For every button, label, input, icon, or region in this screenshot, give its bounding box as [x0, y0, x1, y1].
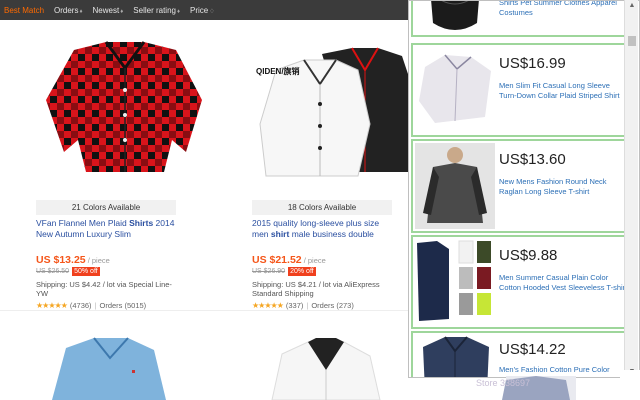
sort-orders[interactable]: Orders♦	[54, 6, 83, 15]
scroll-up-icon[interactable]: ▲	[625, 0, 639, 12]
order-count[interactable]: Orders (273)	[311, 301, 354, 310]
colors-available: 21 Colors Available	[36, 200, 176, 215]
recommended-item[interactable]: Shirts Pet Summer Clothes Apparel Costum…	[411, 1, 629, 37]
watermark-text: Store 338697	[476, 378, 531, 388]
window-corner	[620, 370, 640, 400]
product-thumbnail	[415, 143, 495, 229]
rating-stars-icon: ★★★★★	[252, 301, 284, 310]
colors-available: 18 Colors Available	[252, 200, 392, 215]
scrollbar-thumb[interactable]	[628, 36, 636, 46]
item-title[interactable]: Men's Fashion Cotton Pure Color	[499, 365, 627, 375]
original-price: US $26.90	[252, 268, 286, 275]
order-count[interactable]: Orders (5015)	[100, 301, 147, 310]
store-watermark-image: Store 338697	[466, 376, 576, 400]
product-title[interactable]: VFan Flannel Men Plaid Shirts 2014 New A…	[36, 218, 176, 242]
product-image-dotted-collar-shirt[interactable]	[252, 328, 392, 400]
product-thumbnail	[431, 1, 479, 30]
item-title[interactable]: New Mens Fashion Round Neck Raglan Long …	[499, 177, 627, 197]
discount-badge: 20% off	[288, 267, 316, 276]
sort-price[interactable]: Price♢	[190, 6, 215, 15]
recommendation-panel: Shirts Pet Summer Clothes Apparel Costum…	[408, 0, 640, 378]
product-title[interactable]: 2015 quality long-sleeve plus size men s…	[252, 218, 392, 242]
sort-arrow-icon: ♦	[120, 8, 124, 15]
item-price: US$9.88	[499, 247, 558, 264]
recommended-item[interactable]: US$16.99 Men Slim Fit Casual Long Sleeve…	[411, 43, 629, 137]
product-thumbnail	[419, 54, 491, 123]
sort-newest[interactable]: Newest♦	[93, 6, 124, 15]
rating-stars-icon: ★★★★★	[36, 301, 68, 310]
original-price: US $26.50	[36, 268, 70, 275]
item-price: US$16.99	[499, 55, 566, 72]
row-divider	[0, 310, 408, 311]
sort-seller-rating[interactable]: Seller rating♦	[133, 6, 180, 15]
item-title[interactable]: Shirts Pet Summer Clothes Apparel Costum…	[499, 1, 627, 18]
recommended-item[interactable]: US$13.60 New Mens Fashion Round Neck Rag…	[411, 139, 629, 233]
shipping-info: Shipping: US $4.42 / lot via Special Lin…	[36, 280, 172, 298]
item-title[interactable]: Men Summer Casual Plain Color Cotton Hoo…	[499, 273, 627, 293]
product-image-business-shirts[interactable]	[252, 40, 427, 180]
review-count[interactable]: (337)	[286, 301, 304, 310]
product-image-denim-shirt[interactable]	[36, 328, 176, 400]
product-thumbnail	[417, 240, 491, 321]
brand-label: QIDEN/旗销	[256, 67, 300, 76]
product-price: US $21.52 / piece	[252, 254, 326, 266]
sort-best-match[interactable]: Best Match	[4, 6, 44, 15]
product-price: US $13.25 / piece	[36, 254, 110, 266]
panel-scrollbar[interactable]: ▲ ▼	[624, 0, 638, 378]
discount-badge: 50% off	[72, 267, 100, 276]
recommended-item[interactable]: US$14.22 Men's Fashion Cotton Pure Color	[411, 331, 629, 377]
rating-row: ★★★★★ (4736) | Orders (5015)	[36, 301, 147, 310]
price-original-row: US $26.90 20% off	[252, 267, 316, 276]
product-thumbnail	[423, 336, 489, 377]
sort-arrow-icon: ♦	[79, 8, 83, 15]
recommended-item[interactable]: US$9.88 Men Summer Casual Plain Color Co…	[411, 235, 629, 329]
review-count[interactable]: (4736)	[70, 301, 92, 310]
item-price: US$13.60	[499, 151, 566, 168]
item-title[interactable]: Men Slim Fit Casual Long Sleeve Turn-Dow…	[499, 81, 627, 101]
product-grid: 21 Colors Available VFan Flannel Men Pla…	[0, 20, 420, 400]
sort-bar: Best Match Orders♦ Newest♦ Seller rating…	[0, 0, 408, 20]
sort-arrow-icon: ♦	[176, 8, 181, 15]
price-original-row: US $26.50 50% off	[36, 267, 100, 276]
sort-arrow-icon: ♢	[209, 8, 215, 15]
item-price: US$14.22	[499, 341, 566, 358]
shipping-info: Shipping: US $4.21 / lot via AliExpress …	[252, 280, 380, 298]
product-image-plaid-shirt[interactable]	[36, 40, 211, 180]
rating-row: ★★★★★ (337) | Orders (273)	[252, 301, 354, 310]
